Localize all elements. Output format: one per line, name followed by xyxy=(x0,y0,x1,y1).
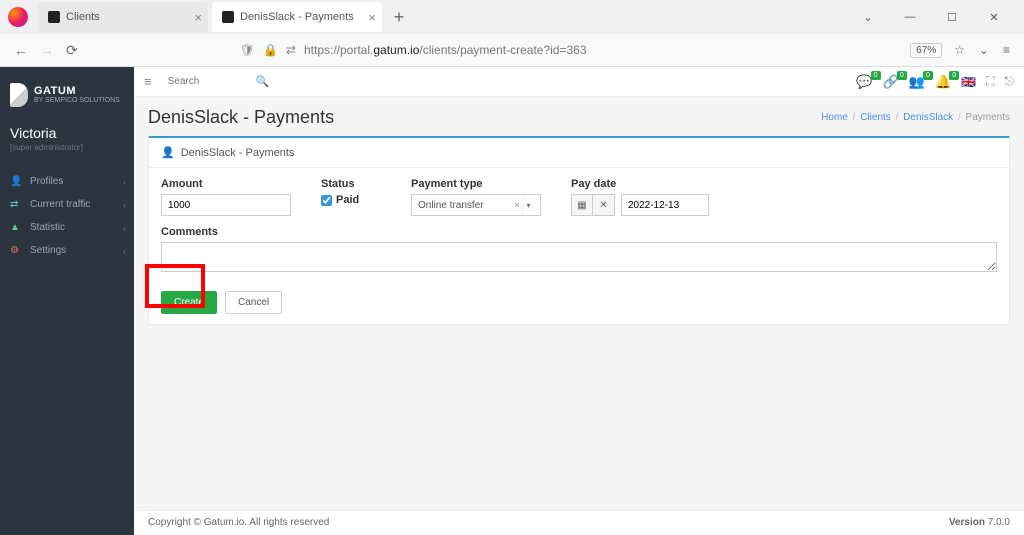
calendar-button[interactable]: ▦ xyxy=(571,194,593,216)
breadcrumb: Home / Clients / DenisSlack / Payments xyxy=(821,112,1010,123)
close-icon[interactable]: × xyxy=(368,10,376,25)
calendar-icon: ▦ xyxy=(577,200,586,211)
browser-tab-payments[interactable]: DenisSlack - Payments × xyxy=(212,2,382,32)
amount-label: Amount xyxy=(161,178,301,190)
clear-icon[interactable]: × xyxy=(514,200,520,211)
maximize-icon[interactable]: ☐ xyxy=(938,11,966,24)
sidebar-item-settings[interactable]: ⚙ Settings ‹ xyxy=(0,239,134,262)
breadcrumb-home[interactable]: Home xyxy=(821,112,848,123)
new-tab-button[interactable]: + xyxy=(386,4,412,30)
chevron-left-icon: ‹ xyxy=(123,223,126,233)
hamburger-icon[interactable]: ≡ xyxy=(144,74,152,89)
footer-copyright: Copyright © Gatum.io. All rights reserve… xyxy=(148,517,329,528)
paid-label: Paid xyxy=(336,194,359,206)
url-text: https://portal.gatum.io/clients/payment-… xyxy=(304,43,587,57)
close-window-icon[interactable]: ✕ xyxy=(980,11,1008,24)
tab-favicon xyxy=(48,11,60,23)
address-bar[interactable]: 🛡 🔒 ⇄ https://portal.gatum.io/clients/pa… xyxy=(90,43,898,57)
breadcrumb-clients[interactable]: Clients xyxy=(860,112,891,123)
fullscreen-icon[interactable]: ⛶ xyxy=(986,74,994,89)
tab-title: DenisSlack - Payments xyxy=(240,11,354,23)
comments-label: Comments xyxy=(161,226,997,238)
flag-icon[interactable]: 🇬🇧 xyxy=(961,75,976,89)
brand-subtitle: BY SEMPICO SOLUTIONS xyxy=(34,97,120,105)
brand-logo-icon xyxy=(10,83,28,107)
brand: GATUM BY SEMPICO SOLUTIONS xyxy=(0,77,134,117)
close-icon: ✕ xyxy=(599,200,607,211)
chevron-left-icon: ‹ xyxy=(123,246,126,256)
tab-title: Clients xyxy=(66,11,100,23)
chart-icon: ▲ xyxy=(10,222,24,233)
sidebar-item-label: Statistic xyxy=(30,222,65,233)
page-title: DenisSlack - Payments xyxy=(148,107,334,128)
chevron-down-icon: ▾ xyxy=(522,195,534,215)
forward-button: → xyxy=(40,42,54,58)
breadcrumb-current: Payments xyxy=(966,112,1010,123)
card-header: 👤 DenisSlack - Payments xyxy=(149,138,1009,168)
search-input[interactable] xyxy=(162,72,252,91)
chevron-down-icon[interactable]: ⌄ xyxy=(854,11,882,24)
permissions-icon: ⇄ xyxy=(286,43,296,57)
chevron-left-icon: ‹ xyxy=(123,200,126,210)
notif-users[interactable]: 👥0 xyxy=(909,74,925,90)
user-name: Victoria xyxy=(0,117,134,143)
pocket-icon[interactable]: ⌄ xyxy=(979,43,989,57)
sidebar-item-profiles[interactable]: 👤 Profiles ‹ xyxy=(0,170,134,193)
zoom-badge[interactable]: 67% xyxy=(910,43,942,58)
close-icon[interactable]: × xyxy=(194,10,202,25)
brand-title: GATUM xyxy=(34,85,120,97)
payment-type-value: Online transfer xyxy=(418,200,484,211)
firefox-logo xyxy=(8,7,28,27)
sidebar-item-label: Profiles xyxy=(30,176,63,187)
search-icon[interactable]: 🔍 xyxy=(252,75,274,88)
user-role: [super administrator] xyxy=(0,143,134,164)
pay-date-label: Pay date xyxy=(571,178,709,190)
sidebar-item-current-traffic[interactable]: ⇄ Current traffic ‹ xyxy=(0,193,134,216)
cancel-button[interactable]: Cancel xyxy=(225,291,282,314)
sidebar-item-label: Current traffic xyxy=(30,199,90,210)
clear-date-button[interactable]: ✕ xyxy=(593,194,615,216)
pay-date-input[interactable] xyxy=(621,194,709,216)
gear-icon: ⚙ xyxy=(10,245,24,256)
traffic-icon: ⇄ xyxy=(10,199,24,210)
breadcrumb-client[interactable]: DenisSlack xyxy=(903,112,953,123)
sidebar-item-statistic[interactable]: ▲ Statistic ‹ xyxy=(0,216,134,239)
user-icon: 👤 xyxy=(161,146,175,159)
bookmark-icon[interactable]: ☆ xyxy=(954,43,965,57)
user-icon: 👤 xyxy=(10,176,24,187)
status-label: Status xyxy=(321,178,391,190)
notif-message[interactable]: 💬0 xyxy=(856,74,872,90)
notif-alert[interactable]: 🔔0 xyxy=(935,74,951,90)
minimize-icon[interactable]: ― xyxy=(896,11,924,24)
back-button[interactable]: ← xyxy=(14,42,28,58)
card-title: DenisSlack - Payments xyxy=(181,147,295,159)
shield-icon: 🛡 xyxy=(240,43,255,57)
create-button[interactable]: Create xyxy=(161,291,217,314)
amount-input[interactable] xyxy=(161,194,291,216)
reload-button[interactable]: ⟳ xyxy=(66,42,78,59)
logout-icon[interactable]: ⎋ xyxy=(1005,74,1015,89)
notif-share[interactable]: 🔗0 xyxy=(883,74,899,90)
sidebar-item-label: Settings xyxy=(30,245,66,256)
paid-checkbox[interactable] xyxy=(321,195,332,206)
payment-type-label: Payment type xyxy=(411,178,551,190)
app-menu-icon[interactable]: ≡ xyxy=(1003,43,1010,57)
comments-textarea[interactable] xyxy=(161,242,997,272)
payment-type-select[interactable]: Online transfer × ▾ xyxy=(411,194,541,216)
footer-version: Version 7.0.0 xyxy=(949,517,1010,528)
browser-tab-clients[interactable]: Clients × xyxy=(38,2,208,32)
chevron-left-icon: ‹ xyxy=(123,177,126,187)
lock-icon: 🔒 xyxy=(263,43,278,57)
tab-favicon xyxy=(222,11,234,23)
